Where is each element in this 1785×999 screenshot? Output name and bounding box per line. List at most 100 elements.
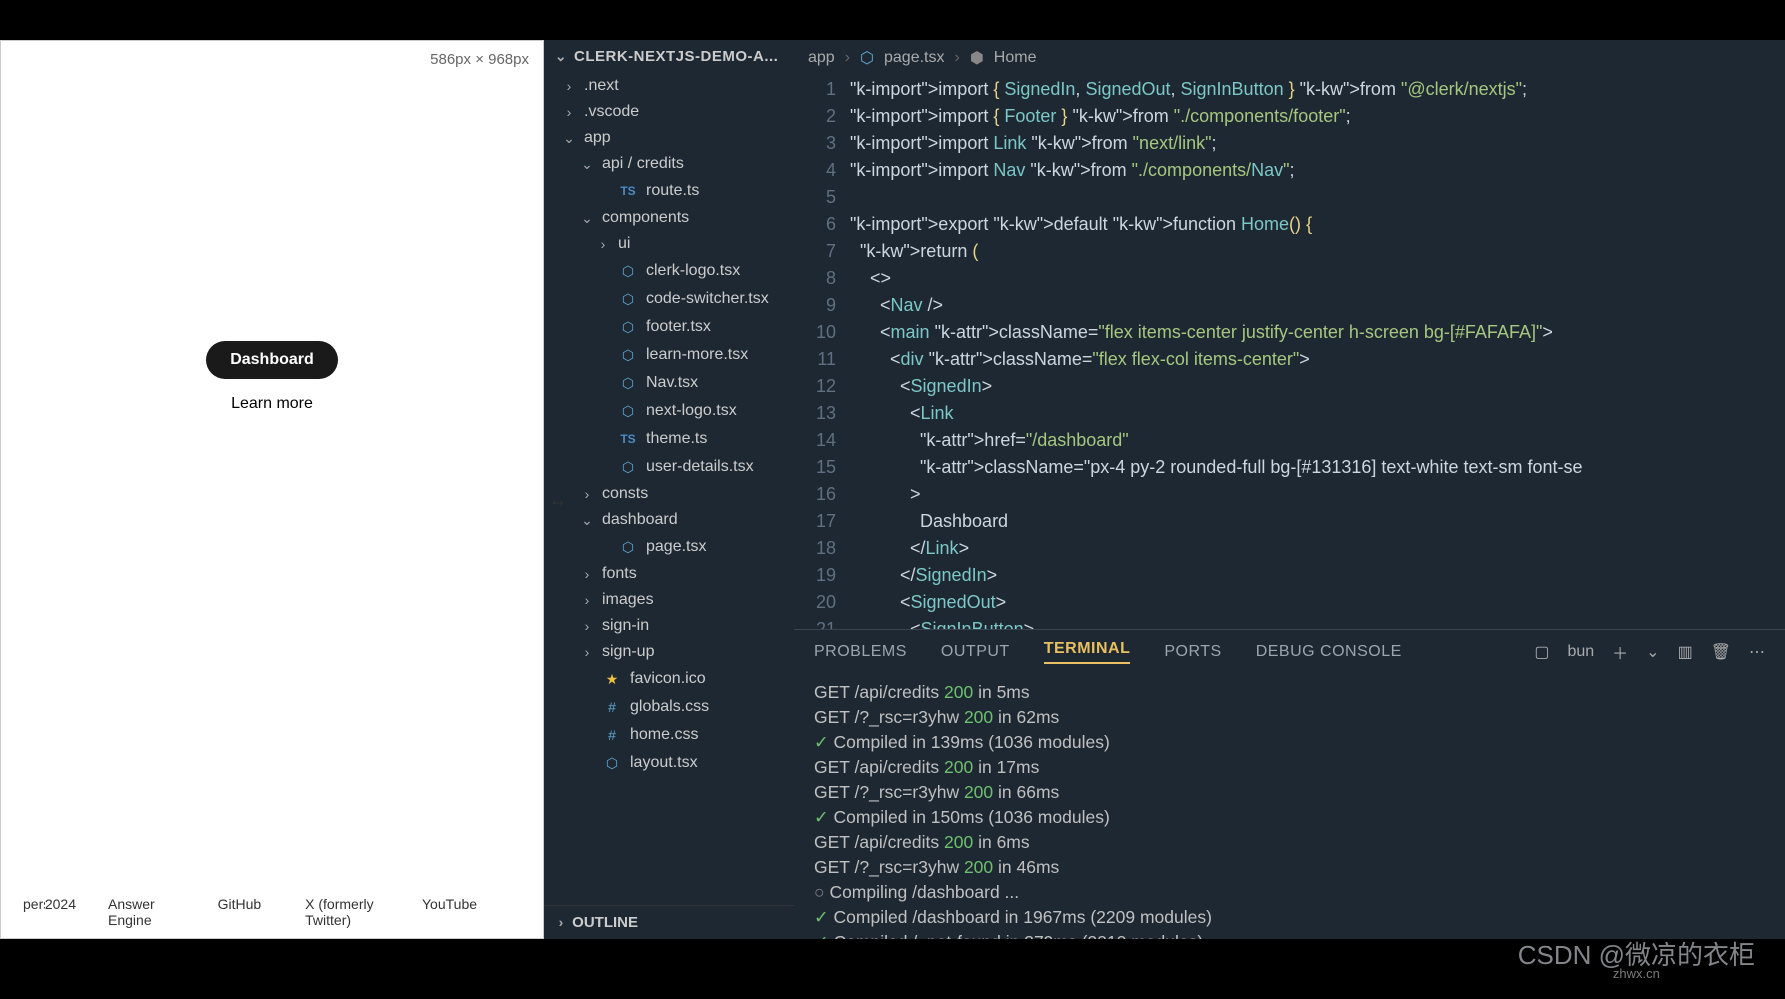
more-icon[interactable]: ⋯	[1749, 642, 1765, 662]
project-name: CLERK-NEXTJS-DEMO-A...	[574, 48, 778, 65]
tree-item[interactable]: TSroute.ts	[544, 177, 794, 205]
outline-section[interactable]: › OUTLINE	[544, 905, 794, 939]
tree-item-label: consts	[602, 485, 648, 503]
tree-item[interactable]: ⬡ user-details.tsx	[544, 453, 794, 481]
chevron-right-icon: ›	[554, 914, 568, 930]
tree-item[interactable]: › fonts	[544, 561, 794, 587]
tree-item[interactable]: ⬡learn-more.tsx	[544, 341, 794, 369]
tab-debug-console[interactable]: DEBUG CONSOLE	[1256, 643, 1402, 661]
learn-more-link[interactable]: Learn more	[231, 395, 313, 413]
terminal-output[interactable]: GET /api/credits 200 in 5ms GET /?_rsc=r3…	[794, 674, 1785, 939]
tree-item[interactable]: ⬡page.tsx	[544, 533, 794, 561]
chevron-icon: ›	[580, 566, 594, 582]
tree-item-label: api / credits	[602, 155, 684, 173]
bottom-panel: PROBLEMS OUTPUT TERMINAL PORTS DEBUG CON…	[794, 629, 1785, 939]
tree-item[interactable]: TS theme.ts	[544, 425, 794, 453]
tree-item-label: app	[584, 129, 611, 147]
tree-item-label: favicon.ico	[630, 670, 706, 688]
tab-problems[interactable]: PROBLEMS	[814, 643, 907, 661]
breadcrumb-seg-3[interactable]: Home	[994, 49, 1037, 67]
tree-item[interactable]: #home.css	[544, 721, 794, 749]
editor-area: app › ⬡ page.tsx › ⬢ Home 12345678910111…	[794, 40, 1785, 939]
chevron-icon: ›	[562, 104, 576, 120]
tree-item[interactable]: #globals.css	[544, 693, 794, 721]
tree-item[interactable]: ★favicon.ico	[544, 665, 794, 693]
tab-terminal[interactable]: TERMINAL	[1044, 640, 1131, 664]
terminal-line: ✓ Compiled in 139ms (1036 modules)	[814, 730, 1765, 755]
terminal-shell-name[interactable]: bun	[1567, 643, 1594, 661]
panel-tabs: PROBLEMS OUTPUT TERMINAL PORTS DEBUG CON…	[794, 630, 1785, 674]
tree-item-label: Nav.tsx	[646, 374, 698, 392]
footer-answer-engine[interactable]: Answer Engine	[108, 896, 174, 928]
tree-item-label: clerk-logo.tsx	[646, 262, 740, 280]
react-icon: ⬡	[618, 457, 638, 477]
react-icon: ⬡	[618, 289, 638, 309]
tree-item[interactable]: › ui	[544, 231, 794, 257]
chevron-icon: ⌄	[580, 210, 594, 227]
terminal-line: ✓ Compiled /dashboard in 1967ms (2209 mo…	[814, 905, 1765, 930]
tree-item[interactable]: ›images	[544, 587, 794, 613]
tab-ports[interactable]: PORTS	[1164, 643, 1221, 661]
tree-item-label: dashboard	[602, 511, 678, 529]
tree-item[interactable]: ⬡ clerk-logo.tsx	[544, 257, 794, 285]
explorer-header[interactable]: ⌄ CLERK-NEXTJS-DEMO-A...	[544, 40, 794, 73]
split-terminal-icon[interactable]: ▥	[1678, 642, 1693, 662]
tree-item[interactable]: ⬡layout.tsx	[544, 749, 794, 777]
file-tree: ›.next›.vscode⌄app⌄api / creditsTSroute.…	[544, 73, 794, 905]
tree-item-label: theme.ts	[646, 430, 707, 448]
outline-label: OUTLINE	[572, 914, 638, 931]
tree-item[interactable]: ›consts	[544, 481, 794, 507]
tree-item[interactable]: ›sign-up	[544, 639, 794, 665]
code-body[interactable]: "k-import">import { SignedIn, SignedOut,…	[850, 76, 1785, 629]
terminal-shell-icon[interactable]: ▢	[1534, 642, 1549, 662]
code-editor[interactable]: 123456789101112131415161718192021 "k-imp…	[794, 76, 1785, 629]
tree-item[interactable]: ⬡next-logo.tsx	[544, 397, 794, 425]
tree-item[interactable]: ⌄api / credits	[544, 151, 794, 177]
breadcrumb-seg-1[interactable]: app	[808, 49, 835, 67]
terminal-line: GET /?_rsc=r3yhw 200 in 46ms	[814, 855, 1765, 880]
line-gutter: 123456789101112131415161718192021	[794, 76, 850, 629]
chevron-down-icon[interactable]: ⌄	[1646, 642, 1659, 662]
tree-item-label: images	[602, 591, 654, 609]
tree-item[interactable]: ›.vscode	[544, 99, 794, 125]
tree-item-label: code-switcher.tsx	[646, 290, 769, 308]
chevron-icon: ›	[580, 644, 594, 660]
react-icon: ⬡	[618, 317, 638, 337]
tree-item-label: layout.tsx	[630, 754, 698, 772]
breadcrumb-seg-2[interactable]: page.tsx	[884, 49, 944, 67]
tree-item-label: footer.tsx	[646, 318, 711, 336]
dashboard-button[interactable]: Dashboard	[206, 341, 338, 379]
trash-icon[interactable]: 🗑	[1711, 642, 1731, 662]
terminal-line: GET /api/credits 200 in 5ms	[814, 680, 1765, 705]
ts-icon: TS	[618, 429, 638, 449]
new-terminal-icon[interactable]: ＋	[1612, 640, 1628, 664]
tree-item[interactable]: ›.next	[544, 73, 794, 99]
tab-output[interactable]: OUTPUT	[941, 643, 1010, 661]
tree-item[interactable]: ⌄app	[544, 125, 794, 151]
tree-item[interactable]: ⬡ code-switcher.tsx	[544, 285, 794, 313]
footer-youtube[interactable]: YouTube	[422, 896, 477, 912]
terminal-line: GET /api/credits 200 in 17ms	[814, 755, 1765, 780]
footer-x[interactable]: X (formerly Twitter)	[305, 896, 378, 928]
tree-item-label: page.tsx	[646, 538, 706, 556]
tree-item[interactable]: ⌄dashboard	[544, 507, 794, 533]
tree-item-label: ui	[618, 235, 630, 253]
tree-item[interactable]: ›sign-in	[544, 613, 794, 639]
tree-item-label: fonts	[602, 565, 637, 583]
tree-item[interactable]: ⬡Nav.tsx	[544, 369, 794, 397]
react-icon: ⬡	[860, 48, 874, 68]
breadcrumb[interactable]: app › ⬡ page.tsx › ⬢ Home	[794, 40, 1785, 76]
tree-item-label: user-details.tsx	[646, 458, 754, 476]
tree-item[interactable]: ⌄ components	[544, 205, 794, 231]
watermark: CSDN @微凉的衣柜 zhwx.cn	[1518, 935, 1755, 981]
chevron-icon: ›	[562, 78, 576, 94]
chevron-down-icon: ⌄	[554, 48, 568, 65]
resize-handle-icon[interactable]: ↔	[549, 490, 567, 511]
tree-item[interactable]: ⬡ footer.tsx	[544, 313, 794, 341]
tree-item-label: next-logo.tsx	[646, 402, 737, 420]
footer-col-partial: pers	[23, 896, 45, 912]
react-icon: ⬡	[618, 261, 638, 281]
footer-github[interactable]: GitHub	[218, 896, 262, 912]
tree-item-label: components	[602, 209, 689, 227]
chevron-icon: ›	[596, 236, 610, 252]
